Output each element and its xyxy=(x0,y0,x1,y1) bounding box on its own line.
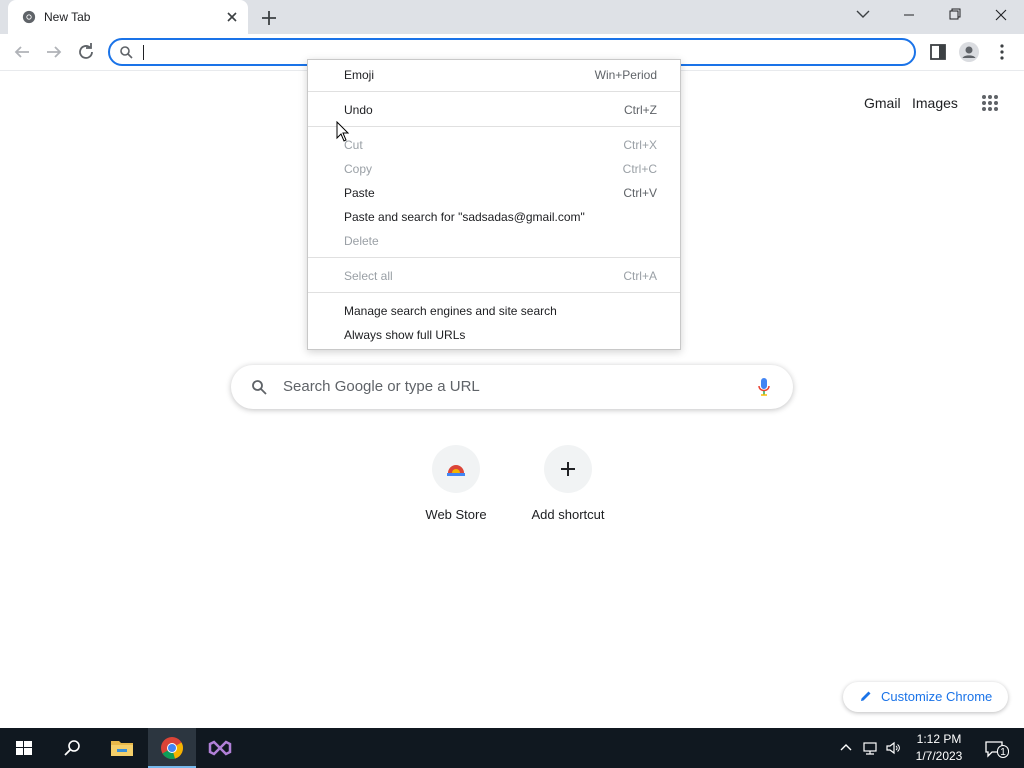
menu-item-shortcut: Ctrl+Z xyxy=(624,103,657,117)
menu-item-label: Paste xyxy=(344,186,375,200)
menu-item-label: Emoji xyxy=(344,68,375,82)
menu-item-cut[interactable]: Cut Ctrl+X xyxy=(308,133,680,157)
menu-icon[interactable] xyxy=(990,40,1014,64)
plus-icon xyxy=(561,462,575,476)
forward-icon[interactable] xyxy=(42,40,66,64)
menu-item-manage-search-engines[interactable]: Manage search engines and site search xyxy=(308,299,680,323)
images-link[interactable]: Images xyxy=(912,95,958,111)
customize-chrome-button[interactable]: Customize Chrome xyxy=(843,682,1008,712)
tab-new-tab[interactable]: New Tab xyxy=(8,0,248,34)
menu-item-label: Copy xyxy=(344,162,373,176)
menu-item-label: Select all xyxy=(344,269,393,283)
chevron-up-icon[interactable] xyxy=(838,740,854,756)
network-icon[interactable] xyxy=(862,740,878,756)
menu-item-paste[interactable]: Paste Ctrl+V xyxy=(308,181,680,205)
shortcut-label: Add shortcut xyxy=(531,507,605,522)
menu-item-copy[interactable]: Copy Ctrl+C xyxy=(308,157,680,181)
search-icon[interactable] xyxy=(48,728,96,768)
chrome-taskbar-button[interactable] xyxy=(148,728,196,768)
google-apps-icon[interactable] xyxy=(981,94,999,112)
menu-separator xyxy=(308,126,680,127)
menu-item-shortcut: Ctrl+C xyxy=(622,162,657,176)
context-menu: Emoji Win+Period Undo Ctrl+Z Cut Ctrl+X … xyxy=(307,59,681,350)
menu-separator xyxy=(308,91,680,92)
menu-item-delete[interactable]: Delete xyxy=(308,229,680,253)
search-icon xyxy=(252,380,267,395)
menu-separator xyxy=(308,257,680,258)
taskbar: 1:12 PM 1/7/2023 1 xyxy=(0,728,1024,768)
close-icon[interactable] xyxy=(224,9,240,25)
shortcut-add[interactable]: Add shortcut xyxy=(512,443,624,533)
windows-start-icon[interactable] xyxy=(0,728,48,768)
file-explorer-icon[interactable] xyxy=(98,728,146,768)
menu-item-shortcut: Ctrl+V xyxy=(623,186,657,200)
menu-item-label: Delete xyxy=(344,234,379,248)
menu-item-paste-and-search[interactable]: Paste and search for "sadsadas@gmail.com… xyxy=(308,205,680,229)
notification-count-badge: 1 xyxy=(997,745,1009,758)
menu-item-label: Undo xyxy=(344,103,373,117)
shortcut-web-store[interactable]: Web Store xyxy=(400,443,512,533)
microphone-icon[interactable] xyxy=(757,377,771,397)
menu-item-shortcut: Ctrl+A xyxy=(623,269,657,283)
customize-chrome-label: Customize Chrome xyxy=(881,689,993,704)
system-clock[interactable]: 1:12 PM 1/7/2023 xyxy=(906,731,972,765)
shortcut-icon-circle xyxy=(432,445,480,493)
tab-strip: New Tab xyxy=(0,0,1024,34)
web-store-icon xyxy=(447,465,465,476)
profile-icon[interactable] xyxy=(957,40,981,64)
pencil-icon xyxy=(861,691,871,701)
side-panel-icon[interactable] xyxy=(926,40,950,64)
mouse-cursor-icon xyxy=(336,121,350,142)
menu-item-shortcut: Ctrl+X xyxy=(623,138,657,152)
tab-title: New Tab xyxy=(44,10,91,24)
window-close-icon[interactable] xyxy=(978,0,1024,30)
ntp-search-box[interactable]: Search Google or type a URL xyxy=(231,365,793,409)
menu-item-show-full-urls[interactable]: Always show full URLs xyxy=(308,323,680,347)
menu-item-label: Paste and search for "sadsadas@gmail.com… xyxy=(344,210,585,224)
reload-icon[interactable] xyxy=(74,40,98,64)
tab-search-icon[interactable] xyxy=(840,0,886,30)
chrome-icon xyxy=(161,737,183,760)
menu-item-select-all[interactable]: Select all Ctrl+A xyxy=(308,264,680,288)
shortcut-label: Web Store xyxy=(425,507,487,522)
menu-item-label: Always show full URLs xyxy=(344,328,466,342)
menu-item-shortcut: Win+Period xyxy=(594,68,657,82)
shortcut-icon-circle xyxy=(544,445,592,493)
action-center-button[interactable]: 1 xyxy=(980,728,1024,768)
menu-item-undo[interactable]: Undo Ctrl+Z xyxy=(308,98,680,122)
back-icon[interactable] xyxy=(10,40,34,64)
menu-item-label: Manage search engines and site search xyxy=(344,304,557,318)
minimize-icon[interactable] xyxy=(886,0,932,30)
volume-icon[interactable] xyxy=(885,740,901,756)
search-icon xyxy=(120,46,133,59)
text-caret xyxy=(143,45,144,60)
chrome-icon xyxy=(22,10,36,24)
new-tab-button[interactable] xyxy=(258,7,280,29)
clock-date: 1/7/2023 xyxy=(915,749,963,763)
clock-time: 1:12 PM xyxy=(916,732,962,746)
visual-studio-icon[interactable] xyxy=(196,728,244,768)
restore-icon[interactable] xyxy=(932,0,978,30)
gmail-link[interactable]: Gmail xyxy=(864,95,901,111)
menu-separator xyxy=(308,292,680,293)
ntp-search-placeholder: Search Google or type a URL xyxy=(283,378,480,395)
menu-item-emoji[interactable]: Emoji Win+Period xyxy=(308,63,680,87)
